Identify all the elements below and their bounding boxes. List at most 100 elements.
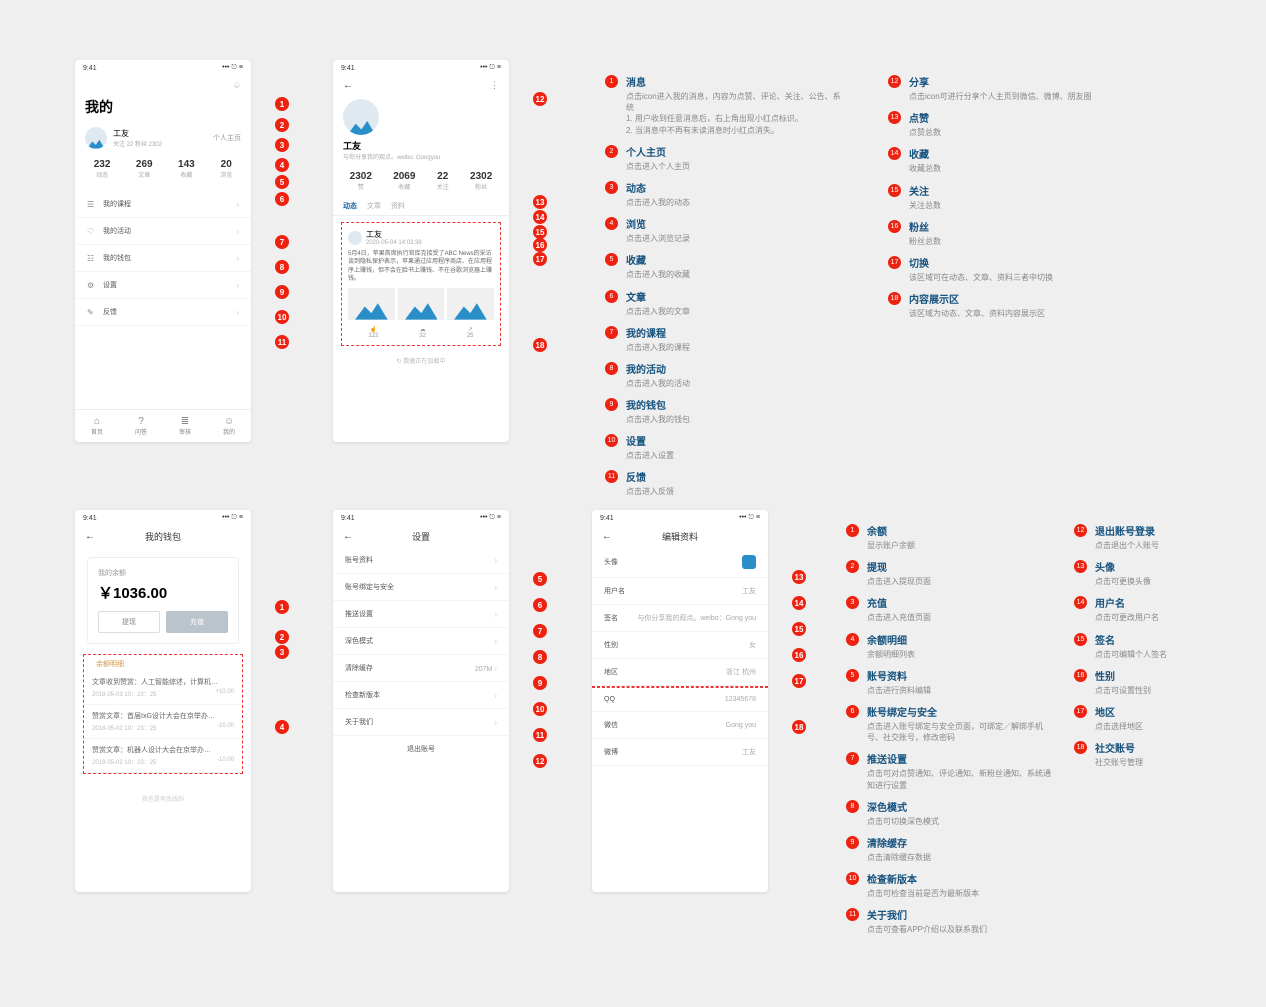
setting-item[interactable]: 深色模式 › [333, 628, 509, 655]
back-icon[interactable]: ← [343, 531, 353, 542]
annotation-desc: 点赞总数 [909, 127, 941, 138]
annotation-desc: 显示账户余额 [867, 540, 915, 551]
setting-item[interactable]: 清除缓存207M › [333, 655, 509, 682]
callout-b7: 7 [533, 624, 547, 638]
annotation-item: 14收藏收藏总数 [888, 146, 1128, 174]
annotation-number: 17 [888, 256, 901, 269]
chevron-right-icon: › [236, 227, 239, 236]
back-icon[interactable]: ← [602, 531, 612, 542]
setting-item[interactable]: 推送设置 › [333, 601, 509, 628]
annotation-title: 退出账号登录 [1095, 523, 1159, 538]
stat-item[interactable]: 143收藏 [178, 159, 195, 179]
setting-item[interactable]: 账号绑定与安全 › [333, 574, 509, 601]
annotation-number: 16 [888, 220, 901, 233]
avatar[interactable] [85, 127, 107, 149]
annotation-title: 账号绑定与安全 [867, 704, 1056, 719]
callout-b10: 10 [533, 702, 547, 716]
detail-row[interactable]: 文章收到赞赏：人工智能综述，计算机…2018-05-03 10：23：25+10… [84, 671, 242, 705]
stat-item[interactable]: 2302赞 [350, 171, 372, 191]
tab-item[interactable]: ☺我的 [223, 416, 235, 436]
tab-item[interactable]: ≣审核 [179, 416, 191, 436]
tab-label: 审核 [179, 430, 191, 436]
back-icon[interactable]: ← [343, 80, 353, 91]
avatar[interactable] [343, 99, 379, 135]
annotation-desc: 点击进入我的活动 [626, 378, 690, 389]
edit-item[interactable]: 微博工友 [592, 739, 768, 766]
annotation-item: 3动态点击进入我的动态 [605, 180, 845, 208]
tab-item[interactable]: ?问答 [135, 416, 147, 436]
stat-item[interactable]: 269文章 [136, 159, 153, 179]
screen-edit-profile: 9:41••• ⎋ ≡ ←编辑资料 头像用户名工友签名与你分享我的观点。weib… [592, 510, 768, 892]
engage-item[interactable]: ↗25 [467, 326, 474, 339]
logout-button[interactable]: 退出账号 [333, 736, 509, 762]
setting-item[interactable]: 账号资料 › [333, 547, 509, 574]
menu-item[interactable]: ☷我的钱包› [75, 245, 251, 272]
header: ← ⋮ [333, 76, 509, 95]
menu-item[interactable]: ☰我的课程› [75, 191, 251, 218]
annotations-bot-left: 1余额显示账户余额2提现点击进入提现页面3充值点击进入充值页面4余额明细余额明细… [846, 523, 1056, 943]
engage-item[interactable]: ☝122 [368, 326, 378, 339]
homepage-link[interactable]: 个人主页 [213, 133, 241, 143]
annotation-item: 5账号资料点击进行资料编辑 [846, 668, 1056, 696]
annotation-desc: 点击可编辑个人签名 [1095, 649, 1167, 660]
stat-item[interactable]: 2302粉丝 [470, 171, 492, 191]
edit-item[interactable]: 性别女 [592, 632, 768, 659]
detail-title: 余额明细 [84, 655, 242, 671]
menu-item[interactable]: ✎反馈› [75, 299, 251, 326]
tab-item[interactable]: ⌂首页 [91, 416, 103, 436]
setting-item[interactable]: 关于我们 › [333, 709, 509, 736]
edit-item[interactable]: 地区浙江 杭州 [592, 659, 768, 686]
messages-icon[interactable]: ♤ [233, 80, 241, 91]
callout-b1: 1 [275, 600, 289, 614]
profile-name: 工友 [333, 137, 509, 152]
setting-item[interactable]: 检查新版本 › [333, 682, 509, 709]
annotation-desc: 点击进入反馈 [626, 486, 674, 497]
topup-button[interactable]: 充值 [166, 611, 228, 633]
callout-b16: 16 [792, 648, 806, 662]
back-icon[interactable]: ← [85, 531, 95, 542]
edit-item[interactable]: 头像 [592, 547, 768, 578]
annotation-number: 18 [1074, 741, 1087, 754]
annotation-number: 11 [846, 908, 859, 921]
stat-item[interactable]: 232动态 [94, 159, 111, 179]
user-row[interactable]: 工友关注 22 粉丝 2302 个人主页 [75, 123, 251, 153]
edit-item[interactable]: 签名与你分享我的观点。weibo：Gong you [592, 605, 768, 632]
annotation-title: 个人主页 [626, 144, 690, 159]
engagement-row: ☝122 ☁32 ↗25 [348, 326, 494, 339]
annotation-item: 14用户名点击可更改用户名 [1074, 595, 1254, 623]
annotation-item: 2提现点击进入提现页面 [846, 559, 1056, 587]
engage-item[interactable]: ☁32 [419, 326, 426, 339]
callout-b2: 2 [275, 630, 289, 644]
annotation-desc: 余额明细列表 [867, 649, 915, 660]
time: 9:41 [341, 65, 355, 72]
tab-label: 首页 [91, 430, 103, 436]
annotation-title: 账号资料 [867, 668, 931, 683]
segment-tab[interactable]: 动态 [343, 201, 357, 211]
callout-b6: 6 [533, 598, 547, 612]
segment-tab[interactable]: 文章 [367, 201, 381, 211]
edit-item[interactable]: QQ12345678 [592, 688, 768, 712]
annotation-desc: 点击选择地区 [1095, 721, 1143, 732]
callout-b17: 17 [792, 674, 806, 688]
detail-row[interactable]: 赞赏文章：机器人设计大会在京举办…2018-05-02 10：23：25-10.… [84, 739, 242, 773]
post-time: 2020-05-04 14:03:38 [366, 240, 422, 246]
annotation-number: 18 [888, 292, 901, 305]
header: ←编辑资料 [592, 526, 768, 547]
share-icon[interactable]: ⋮ [490, 80, 499, 91]
stat-item[interactable]: 22关注 [437, 171, 449, 191]
chevron-right-icon: › [494, 718, 497, 727]
withdraw-button[interactable]: 提现 [98, 611, 160, 633]
segment-tabs[interactable]: 动态文章资料 [333, 197, 509, 216]
detail-row[interactable]: 赞赏文章：首届IxG设计大会在京举办…2018-05-02 10：23：25-1… [84, 705, 242, 739]
edit-item[interactable]: 微信Gong you [592, 712, 768, 739]
annotation-title: 社交账号 [1095, 740, 1143, 755]
stat-item[interactable]: 20浏览 [220, 159, 232, 179]
stat-item[interactable]: 2069收藏 [393, 171, 415, 191]
chevron-right-icon: › [236, 254, 239, 263]
menu-item[interactable]: ♡我的活动› [75, 218, 251, 245]
content-display-area: 工友2020-05-04 14:03:38 5月4日，苹果首席执行官库克接受了A… [341, 222, 501, 346]
edit-item[interactable]: 用户名工友 [592, 578, 768, 605]
annotation-number: 4 [605, 217, 618, 230]
segment-tab[interactable]: 资料 [391, 201, 405, 211]
menu-item[interactable]: ⚙设置› [75, 272, 251, 299]
